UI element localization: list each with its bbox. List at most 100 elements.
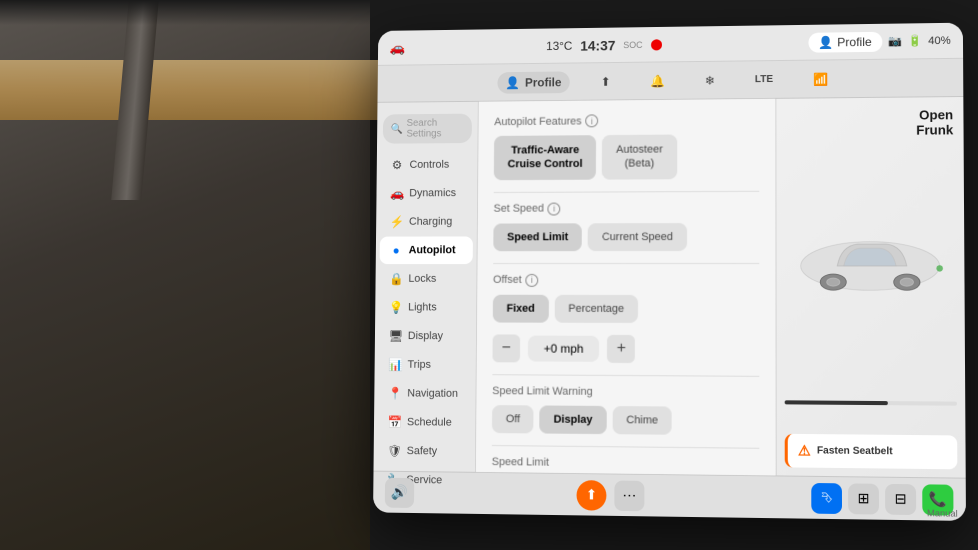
set-speed-buttons: Speed Limit Current Speed	[493, 222, 759, 250]
controls-icon: ⚙	[390, 158, 404, 172]
divider-1	[494, 190, 760, 192]
sidebar-item-safety[interactable]: 🛡 Safety	[377, 437, 471, 466]
main-content: 🔍 Search Settings ⚙ Controls 🚗 Dynamics …	[374, 97, 966, 478]
lights-label: Lights	[408, 302, 437, 314]
safety-icon: 🛡	[387, 444, 401, 458]
increase-offset-button[interactable]: +	[607, 334, 635, 362]
divider-2	[493, 263, 759, 264]
signal-bars-icon: 📶	[813, 72, 828, 86]
battery-icon: 🔋	[908, 34, 922, 47]
nav-signal[interactable]: 📶	[805, 68, 836, 90]
percentage-button[interactable]: Percentage	[554, 294, 638, 322]
soc-label: SOC	[623, 40, 642, 50]
more-options-button[interactable]: ⋯	[614, 480, 644, 511]
apps-icon: ⊟	[895, 490, 907, 508]
tesla-screen: 🚗 13°C 14:37 SOC ⬤ 👤 Profile 📷 🔋 40% 👤 P…	[373, 23, 966, 521]
grid-button[interactable]: ⊞	[848, 483, 879, 514]
set-speed-info-icon[interactable]: i	[548, 202, 561, 215]
search-placeholder: Search Settings	[406, 118, 464, 140]
ceiling	[0, 0, 978, 25]
schedule-icon: 📅	[388, 415, 402, 429]
fixed-button[interactable]: Fixed	[493, 294, 549, 322]
divider-4	[492, 445, 759, 449]
camera-icon: 📷	[888, 35, 902, 48]
search-icon: 🔍	[391, 124, 403, 135]
nav-profile[interactable]: 👤 Profile	[498, 71, 570, 93]
dynamics-label: Dynamics	[409, 187, 456, 199]
decrease-offset-button[interactable]: −	[492, 334, 520, 362]
status-center: 13°C 14:37 SOC ⬤	[546, 36, 663, 53]
lights-icon: 💡	[389, 301, 403, 315]
speed-limit-button[interactable]: Speed Limit	[493, 223, 582, 251]
open-frunk-button[interactable]: OpenFrunk	[916, 107, 953, 138]
sidebar-item-trips[interactable]: 📊 Trips	[378, 351, 472, 379]
fasten-seatbelt-label: Fasten Seatbelt	[817, 445, 893, 457]
display-label: Display	[408, 330, 443, 342]
offset-buttons: Fixed Percentage	[493, 294, 760, 323]
search-bar[interactable]: 🔍 Search Settings	[383, 114, 472, 144]
set-speed-label: Set Speed	[494, 203, 544, 215]
autopilot-features-section: Autopilot Features i	[494, 113, 759, 128]
off-button[interactable]: Off	[492, 405, 534, 433]
offset-value: +0 mph	[528, 335, 600, 361]
status-left: 🚗	[390, 40, 406, 56]
sidebar-item-schedule[interactable]: 📅 Schedule	[378, 408, 472, 437]
nav-upload[interactable]: ⬆	[593, 70, 619, 92]
nav-snowflake[interactable]: ❄	[697, 69, 723, 91]
fasten-seatbelt-warning: ⚠ Fasten Seatbelt	[785, 434, 958, 470]
chime-button[interactable]: Chime	[612, 406, 672, 435]
nav-bell[interactable]: 🔔	[642, 70, 673, 92]
car-svg	[789, 216, 953, 307]
speed-limit-warning-buttons: Off Display Chime	[492, 405, 759, 436]
sidebar-item-locks[interactable]: 🔒 Locks	[379, 265, 472, 293]
traffic-aware-cruise-button[interactable]: Traffic-AwareCruise Control	[494, 135, 597, 180]
wood-trim	[0, 60, 390, 120]
profile-icon: 👤	[818, 35, 833, 49]
safety-label: Safety	[407, 445, 438, 457]
offset-speed-control: − +0 mph +	[492, 334, 759, 363]
display-button[interactable]: Display	[540, 405, 607, 434]
autosteer-button[interactable]: Autosteer(Beta)	[602, 135, 677, 180]
battery-range-fill	[785, 400, 888, 405]
record-icon: ⬤	[650, 38, 662, 51]
nav-lte[interactable]: LTE	[747, 70, 781, 89]
autopilot-features-label: Autopilot Features	[494, 115, 581, 128]
trips-label: Trips	[408, 359, 431, 371]
set-speed-section: Set Speed i	[494, 201, 760, 215]
sidebar-item-autopilot[interactable]: ● Autopilot	[380, 236, 473, 264]
autopilot-label: Autopilot	[409, 244, 456, 256]
warning-icon: ⚠	[798, 442, 811, 459]
sidebar: 🔍 Search Settings ⚙ Controls 🚗 Dynamics …	[374, 102, 479, 472]
taskbar-center: ⬆ ⋯	[576, 480, 644, 511]
bluetooth-button[interactable]: ⮷	[811, 482, 842, 513]
sidebar-item-lights[interactable]: 💡 Lights	[379, 294, 472, 322]
speed-limit-warning-label: Speed Limit Warning	[492, 385, 592, 398]
offset-label: Offset	[493, 274, 522, 286]
top-nav: 👤 Profile ⬆ 🔔 ❄ LTE 📶	[377, 59, 963, 103]
status-right: 👤 Profile 📷 🔋 40%	[808, 30, 951, 52]
charging-icon: ⚡	[390, 215, 404, 229]
upload-icon: ⬆	[601, 74, 611, 88]
autopilot-features-info-icon[interactable]: i	[586, 114, 599, 127]
taskbar-left: 🔊	[385, 477, 415, 507]
sidebar-item-controls[interactable]: ⚙ Controls	[381, 151, 474, 179]
profile-nav-icon: 👤	[505, 75, 520, 89]
sidebar-item-dynamics[interactable]: 🚗 Dynamics	[380, 179, 473, 207]
sidebar-item-navigation[interactable]: 📍 Navigation	[378, 379, 472, 407]
speed-limit-warning-section: Speed Limit Warning	[492, 385, 759, 399]
current-speed-button[interactable]: Current Speed	[588, 223, 687, 251]
navigation-button[interactable]: ⬆	[576, 480, 606, 511]
profile-nav-label: Profile	[525, 75, 562, 89]
manual-label: Manual	[927, 508, 958, 519]
sidebar-item-charging[interactable]: ⚡ Charging	[380, 208, 473, 236]
autopilot-features-buttons: Traffic-AwareCruise Control Autosteer(Be…	[494, 134, 759, 180]
volume-button[interactable]: 🔊	[385, 477, 415, 507]
apps-button[interactable]: ⊟	[885, 483, 916, 514]
schedule-label: Schedule	[407, 416, 452, 428]
offset-info-icon[interactable]: i	[526, 274, 539, 287]
divider-3	[492, 374, 759, 377]
display-icon: 🖥	[388, 329, 402, 343]
sidebar-item-display[interactable]: 🖥 Display	[379, 322, 473, 350]
temperature: 13°C	[546, 38, 572, 52]
profile-button[interactable]: 👤 Profile	[808, 31, 882, 52]
